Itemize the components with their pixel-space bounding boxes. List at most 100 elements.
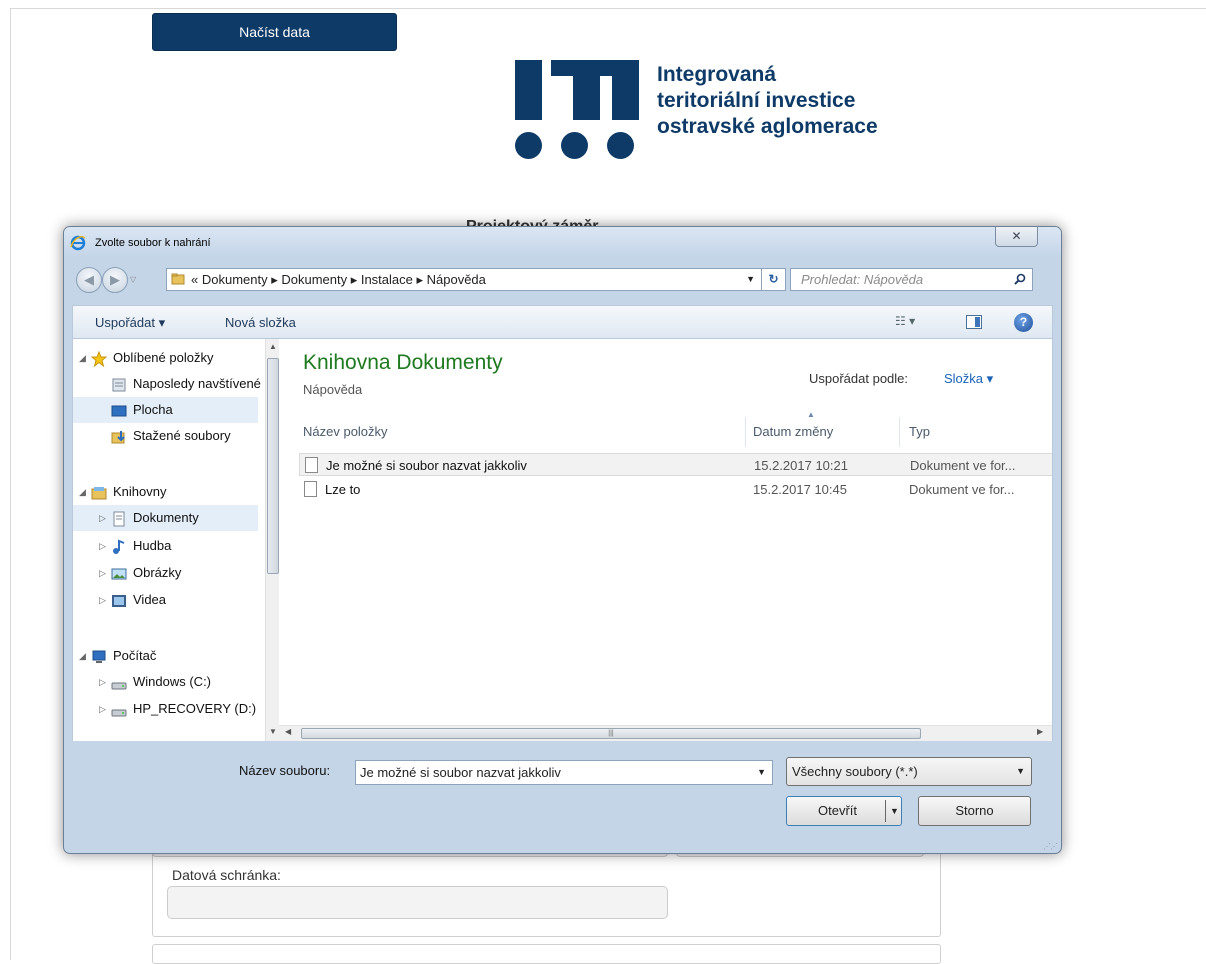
file-type: Dokument ve for... [910,458,1016,473]
recent-locations-dropdown-icon[interactable]: ▽ [130,275,136,284]
preview-pane-icon[interactable] [966,315,982,329]
address-bar[interactable]: « Dokumenty ▸ Dokumenty ▸ Instalace ▸ Ná… [166,268,762,291]
arrange-by-dropdown[interactable]: Složka ▾ [944,371,993,387]
libraries-icon [91,484,107,500]
forward-button[interactable]: ▶ [102,267,128,293]
file-type-select[interactable]: Všechny soubory (*.*) ▼ [786,757,1032,786]
nav-item-label: Windows (C:) [133,674,212,689]
desktop-icon [111,402,127,418]
collapse-arrow-icon[interactable]: ◢ [79,479,86,505]
resize-grip-icon[interactable]: ⋰⋰ [1043,842,1058,851]
datova-schranka-label: Datová schránka: [172,867,281,883]
scroll-right-arrow-icon[interactable]: ▶ [1037,727,1043,736]
file-name: Lze to [325,482,361,497]
filename-input[interactable]: Je možné si soubor nazvat jakkoliv ▼ [355,760,773,785]
file-type: Dokument ve for... [909,482,1015,497]
pictures-icon [111,565,127,581]
collapse-arrow-icon[interactable]: ◢ [79,345,86,371]
scroll-up-arrow-icon[interactable]: ▲ [269,342,277,351]
column-header-name[interactable]: Název položky [303,417,388,447]
datova-schranka-input[interactable] [167,886,668,919]
search-input[interactable]: Prohledat: Nápověda [801,272,923,287]
nav-item-sta-en-soubory[interactable]: Stažené soubory [73,423,258,449]
file-row[interactable]: Je možné si soubor nazvat jakkoliv 15.2.2… [299,453,1052,476]
address-dropdown-icon[interactable]: ▼ [746,269,755,290]
open-button-label: Otevřít [818,803,858,818]
expand-arrow-icon[interactable]: ▷ [99,587,106,613]
back-button[interactable]: ◀ [76,267,102,293]
nav-item-label: Naposledy navštívené [133,376,261,391]
expand-arrow-icon[interactable]: ▷ [99,560,106,586]
forward-arrow-icon: ▶ [110,272,120,287]
nav-item-label: Oblíbené položky [113,350,214,365]
expand-arrow-icon[interactable]: ▷ [99,696,106,722]
form-panel-2 [152,944,941,964]
nav-item-label: Počítač [113,648,157,663]
documents-icon [111,510,127,527]
horizontal-scrollbar[interactable]: ◀ ||| ▶ [279,725,1052,741]
column-header-type[interactable]: Typ [909,417,930,447]
refresh-icon: ↻ [768,272,779,286]
organize-menu-button[interactable]: Uspořádat ▾ [95,315,165,331]
open-options-dropdown-icon[interactable]: ▼ [890,797,899,825]
logo-line-3: ostravské aglomerace [657,115,878,138]
nav-item-hudba[interactable]: ▷ Hudba [73,533,258,559]
nav-item-label: Obrázky [133,565,182,580]
search-icon[interactable] [1014,273,1026,285]
nav-item-dokumenty[interactable]: ▷ Dokumenty [73,505,258,531]
nav-item-label: HP_RECOVERY (D:) [133,701,257,716]
nav-item-hp-recovery-d[interactable]: ▷ HP_RECOVERY (D:) [73,696,258,722]
expand-arrow-icon[interactable]: ▷ [99,505,106,531]
cancel-button[interactable]: Storno [918,796,1031,826]
back-arrow-icon: ◀ [84,272,94,287]
nav-item-label: Hudba [133,538,172,553]
recent-places-icon [111,376,127,392]
file-date: 15.2.2017 10:45 [753,482,847,497]
videos-icon [111,592,127,608]
expand-arrow-icon[interactable]: ▷ [99,669,106,695]
views-menu-icon[interactable]: ☷ ▾ [895,314,915,328]
logo-dot-3 [607,132,634,159]
expand-arrow-icon[interactable]: ▷ [99,533,106,559]
nav-item-plocha[interactable]: Plocha [73,397,258,423]
new-folder-button[interactable]: Nová složka [225,315,296,330]
close-icon: ✕ [1011,229,1022,243]
column-separator[interactable] [899,417,900,447]
logo-line-2: teritoriální investice [657,89,856,112]
nav-scrollbar[interactable]: ▲ ▼ [265,339,279,741]
nav-item-label: Plocha [133,402,173,417]
file-name: Je možné si soubor nazvat jakkoliv [326,458,527,473]
music-icon [111,538,127,554]
nav-item-windows-c[interactable]: ▷ Windows (C:) [73,669,258,695]
horizontal-scroll-thumb[interactable]: ||| [301,728,921,739]
downloads-icon [111,428,127,444]
scroll-left-arrow-icon[interactable]: ◀ [285,727,291,736]
open-button[interactable]: Otevřít ▼ [786,796,902,826]
search-box[interactable]: Prohledat: Nápověda [790,268,1033,291]
nav-item-knihovny[interactable]: ◢ Knihovny [73,479,258,505]
column-header-date[interactable]: Datum změny [753,417,833,447]
nav-item-naposledy-nav-t-ven[interactable]: Naposledy navštívené [73,371,261,397]
nav-item-po-ta[interactable]: ◢ Počítač [73,643,258,669]
file-open-dialog: Zvolte soubor k nahrání ✕ ◀ ▶ ▽ « Dokume… [63,226,1062,854]
refresh-button[interactable]: ↻ [762,268,786,291]
iti-logo: Integrovaná teritoriální investice ostra… [515,60,955,160]
nav-item-obr-zky[interactable]: ▷ Obrázky [73,560,258,586]
scroll-down-arrow-icon[interactable]: ▼ [269,727,277,736]
nav-item-obl-ben-polo-ky[interactable]: ◢ Oblíbené položky [73,345,258,371]
dialog-titlebar[interactable]: Zvolte soubor k nahrání ✕ [64,227,1061,257]
library-subtitle: Nápověda [303,382,363,397]
file-row[interactable]: Lze to 15.2.2017 10:45 Dokument ve for... [299,478,1052,501]
close-button[interactable]: ✕ [995,227,1038,247]
help-icon[interactable]: ? [1014,313,1033,332]
load-data-button[interactable]: Načíst data [152,13,397,51]
column-separator[interactable] [745,417,746,447]
filename-dropdown-icon[interactable]: ▼ [757,761,766,784]
nav-item-videa[interactable]: ▷ Videa [73,587,258,613]
nav-scroll-thumb[interactable] [267,358,279,574]
folder-icon [171,273,185,285]
nav-item-label: Dokumenty [133,510,199,525]
open-split-divider [885,800,886,822]
document-icon [304,481,317,497]
collapse-arrow-icon[interactable]: ◢ [79,643,86,669]
